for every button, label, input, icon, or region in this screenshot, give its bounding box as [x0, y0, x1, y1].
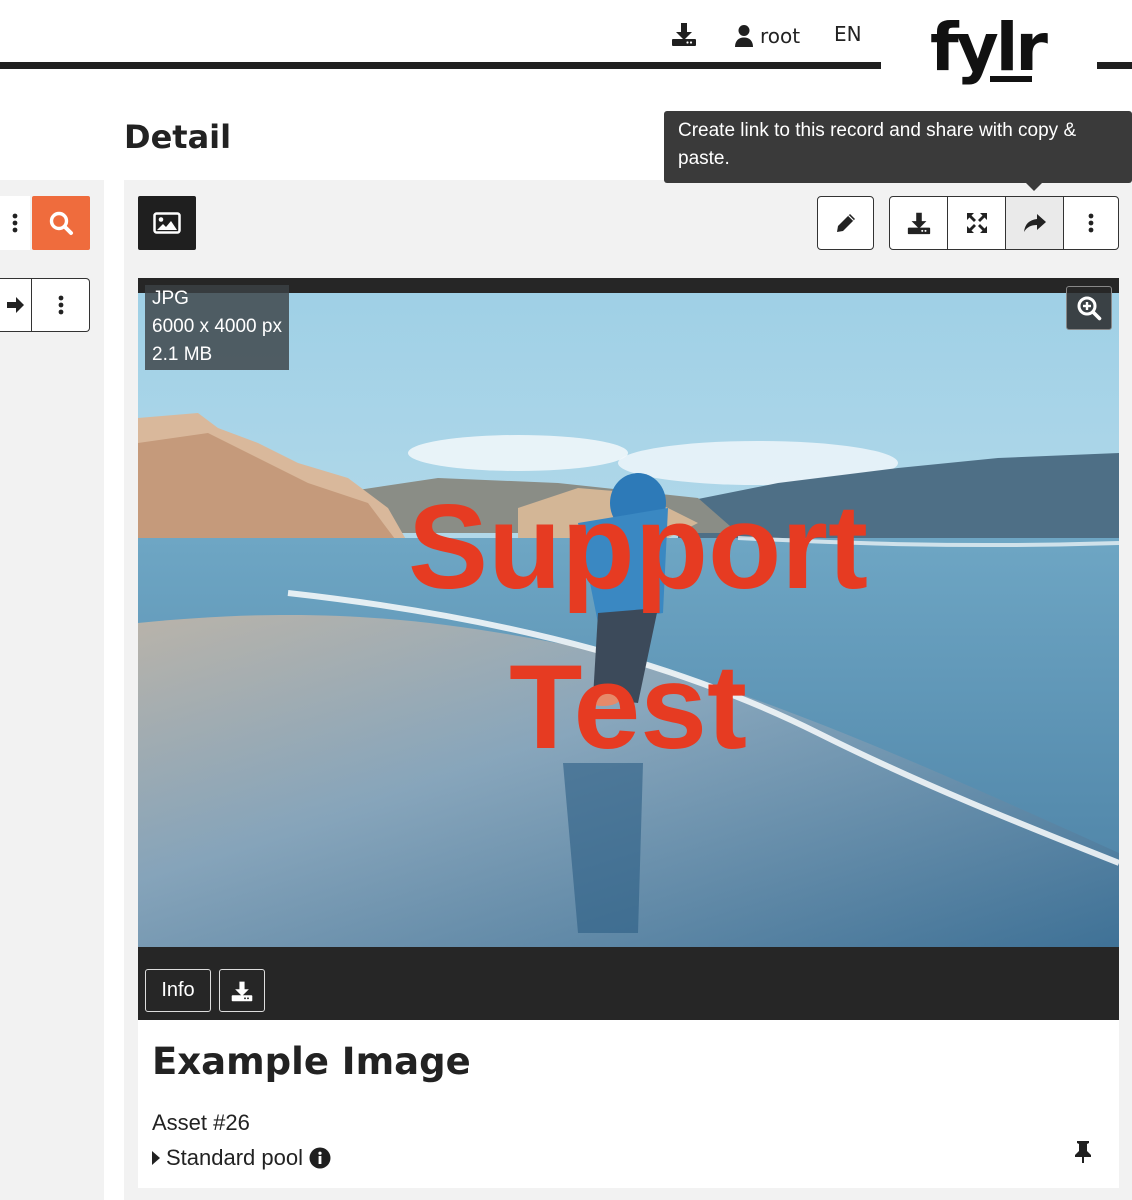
header-rule-right — [1097, 62, 1132, 69]
expand-icon — [966, 213, 987, 233]
language-switch[interactable]: EN — [834, 22, 862, 46]
edit-button[interactable] — [817, 196, 874, 250]
user-icon — [735, 25, 753, 47]
tooltip-arrow — [1026, 183, 1042, 191]
user-name: root — [760, 24, 801, 48]
header-rule — [0, 62, 881, 69]
asset-id: Asset #26 — [152, 1110, 250, 1135]
record-title: Example Image — [152, 1040, 471, 1083]
share-tooltip: Create link to this record and share wit… — [664, 111, 1132, 183]
info-icon[interactable] — [309, 1147, 331, 1169]
file-info-badge: JPG 6000 x 4000 px 2.1 MB — [145, 285, 289, 370]
svg-text:fylr: fylr — [930, 9, 1048, 86]
download-icon — [907, 212, 930, 235]
search-button[interactable] — [32, 196, 90, 250]
left-button-group — [0, 278, 90, 332]
left-sidebar — [0, 180, 104, 1200]
left-menu-button[interactable] — [0, 196, 30, 250]
detail-toolbar — [889, 196, 1119, 250]
watermark-line-2: Test — [509, 640, 747, 774]
fullscreen-button[interactable] — [948, 197, 1006, 249]
left-forward-button[interactable] — [0, 279, 32, 331]
share-icon — [1023, 214, 1046, 232]
more-actions-button[interactable] — [1064, 197, 1118, 249]
viewer-bottom-bar — [138, 962, 1119, 1020]
arrow-right-icon — [6, 297, 24, 313]
share-link-button[interactable] — [1006, 197, 1064, 249]
search-icon — [49, 211, 73, 235]
top-header: root EN fylr — [0, 0, 1132, 100]
pin-icon[interactable] — [1072, 1140, 1094, 1164]
viewer-download-button[interactable] — [219, 969, 265, 1012]
image-icon — [153, 212, 181, 234]
download-icon — [231, 981, 253, 1001]
kebab-icon — [58, 295, 63, 315]
file-type: JPG — [152, 288, 189, 309]
info-button[interactable]: Info — [145, 969, 211, 1012]
header-download-icon[interactable] — [670, 20, 698, 48]
left-more-button[interactable] — [32, 279, 89, 331]
file-size: 2.1 MB — [152, 344, 213, 365]
image-view-toggle[interactable] — [138, 196, 196, 250]
watermark-line-1: Support — [408, 480, 868, 614]
pool-toggle[interactable]: Standard pool — [152, 1143, 331, 1173]
asset-image[interactable]: Support Test — [138, 293, 1119, 947]
zoom-button[interactable] — [1066, 286, 1112, 330]
pencil-icon — [836, 214, 855, 232]
kebab-icon — [1088, 213, 1094, 233]
caret-right-icon — [152, 1151, 160, 1165]
user-menu[interactable]: root — [734, 20, 800, 52]
download-button[interactable] — [890, 197, 948, 249]
pool-name: Standard pool — [166, 1145, 303, 1170]
file-dimensions: 6000 x 4000 px — [152, 316, 282, 337]
fylr-logo[interactable]: fylr — [926, 4, 1056, 88]
kebab-icon — [12, 213, 18, 233]
page-title: Detail — [124, 118, 232, 156]
zoom-in-icon — [1077, 296, 1102, 321]
